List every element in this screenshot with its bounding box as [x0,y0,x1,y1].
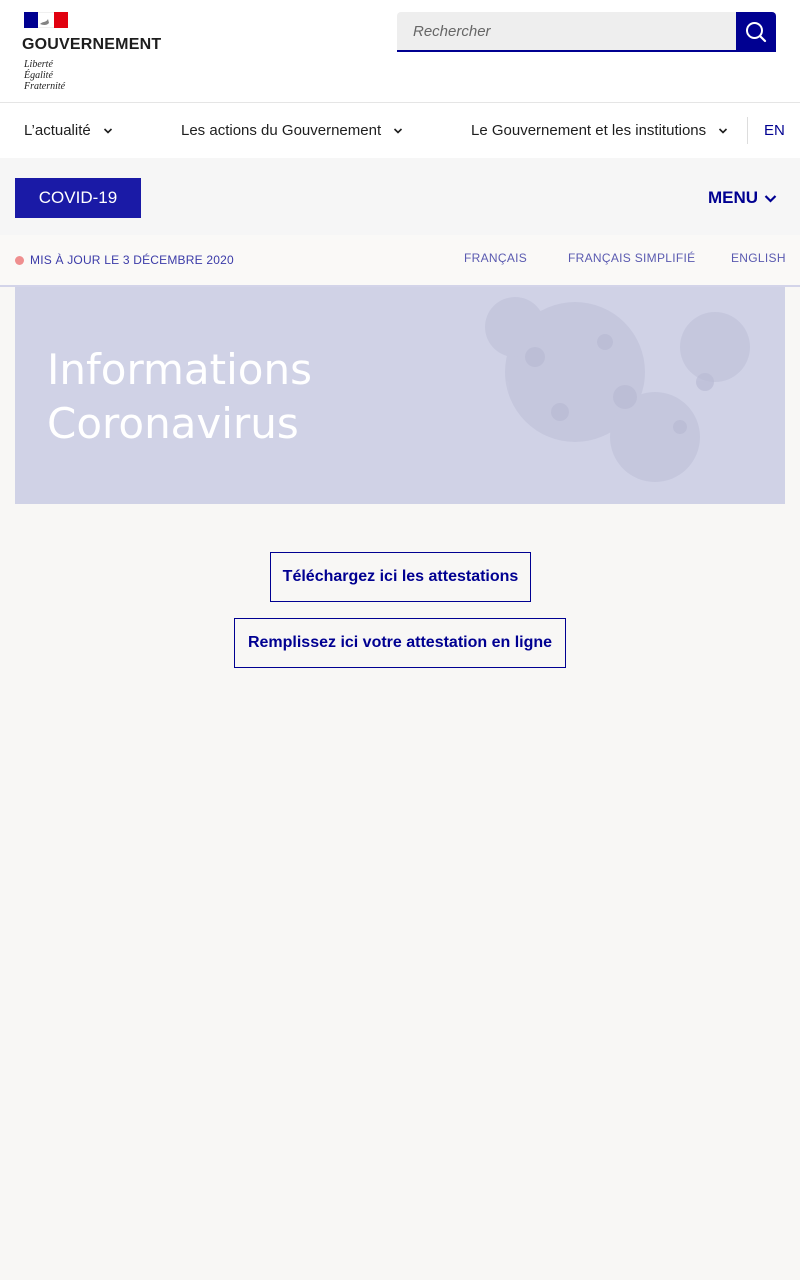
search-input[interactable] [397,12,736,52]
nav-item-label: Les actions du Gouvernement [181,122,382,139]
brand-name: GOUVERNEMENT [22,36,162,53]
covid-section-bar: COVID-19 MENU [0,158,800,235]
chevron-down-icon [103,127,113,135]
search-icon [746,22,767,43]
marianne-flag-icon [24,12,68,28]
nav-item-label: L’actualité [24,122,91,139]
language-link-english[interactable]: ENGLISH [731,251,786,265]
nav-item-actualite[interactable]: L’actualité [24,103,113,158]
status-dot-icon [15,256,24,265]
search-button[interactable] [736,12,776,52]
nav-item-label: Le Gouvernement et les institutions [471,122,707,139]
hero-banner: Informations Coronavirus [15,287,785,504]
hero-title-line-2: Coronavirus [47,399,299,448]
nav-divider [747,117,748,144]
language-link-francais[interactable]: FRANÇAIS [464,251,527,265]
language-link-francais-simplifie[interactable]: FRANÇAIS SIMPLIFIÉ [568,251,695,265]
menu-label: MENU [708,188,759,207]
language-switch-en[interactable]: EN [764,103,785,158]
motto-egalite: Égalité [24,70,53,81]
chevron-down-icon [393,127,403,135]
main-nav: L’actualité Les actions du Gouvernement … [0,103,800,158]
chevron-down-icon [764,194,777,203]
download-attestations-button[interactable]: Téléchargez ici les attestations [270,552,531,602]
update-strip: MIS À JOUR LE 3 DÉCEMBRE 2020 FRANÇAIS F… [0,235,800,287]
nav-item-actions[interactable]: Les actions du Gouvernement [181,103,403,158]
motto-fraternite: Fraternité [24,81,66,92]
republic-motto: Liberté Égalité Fraternité [24,59,65,92]
menu-button[interactable]: MENU [708,178,777,218]
hero-title: Informations Coronavirus [47,343,312,451]
online-attestation-button[interactable]: Remplissez ici votre attestation en lign… [234,618,566,668]
covid-badge[interactable]: COVID-19 [15,178,141,218]
site-header: GOUVERNEMENT Liberté Égalité Fraternité [0,0,800,103]
hero-title-line-1: Informations [47,345,313,394]
motto-liberte: Liberté [24,59,53,70]
government-logo[interactable]: GOUVERNEMENT Liberté Égalité Fraternité [22,12,182,94]
search-bar [397,12,776,52]
chevron-down-icon [718,127,728,135]
nav-item-institutions[interactable]: Le Gouvernement et les institutions [471,103,728,158]
update-date: MIS À JOUR LE 3 DÉCEMBRE 2020 [30,253,234,267]
